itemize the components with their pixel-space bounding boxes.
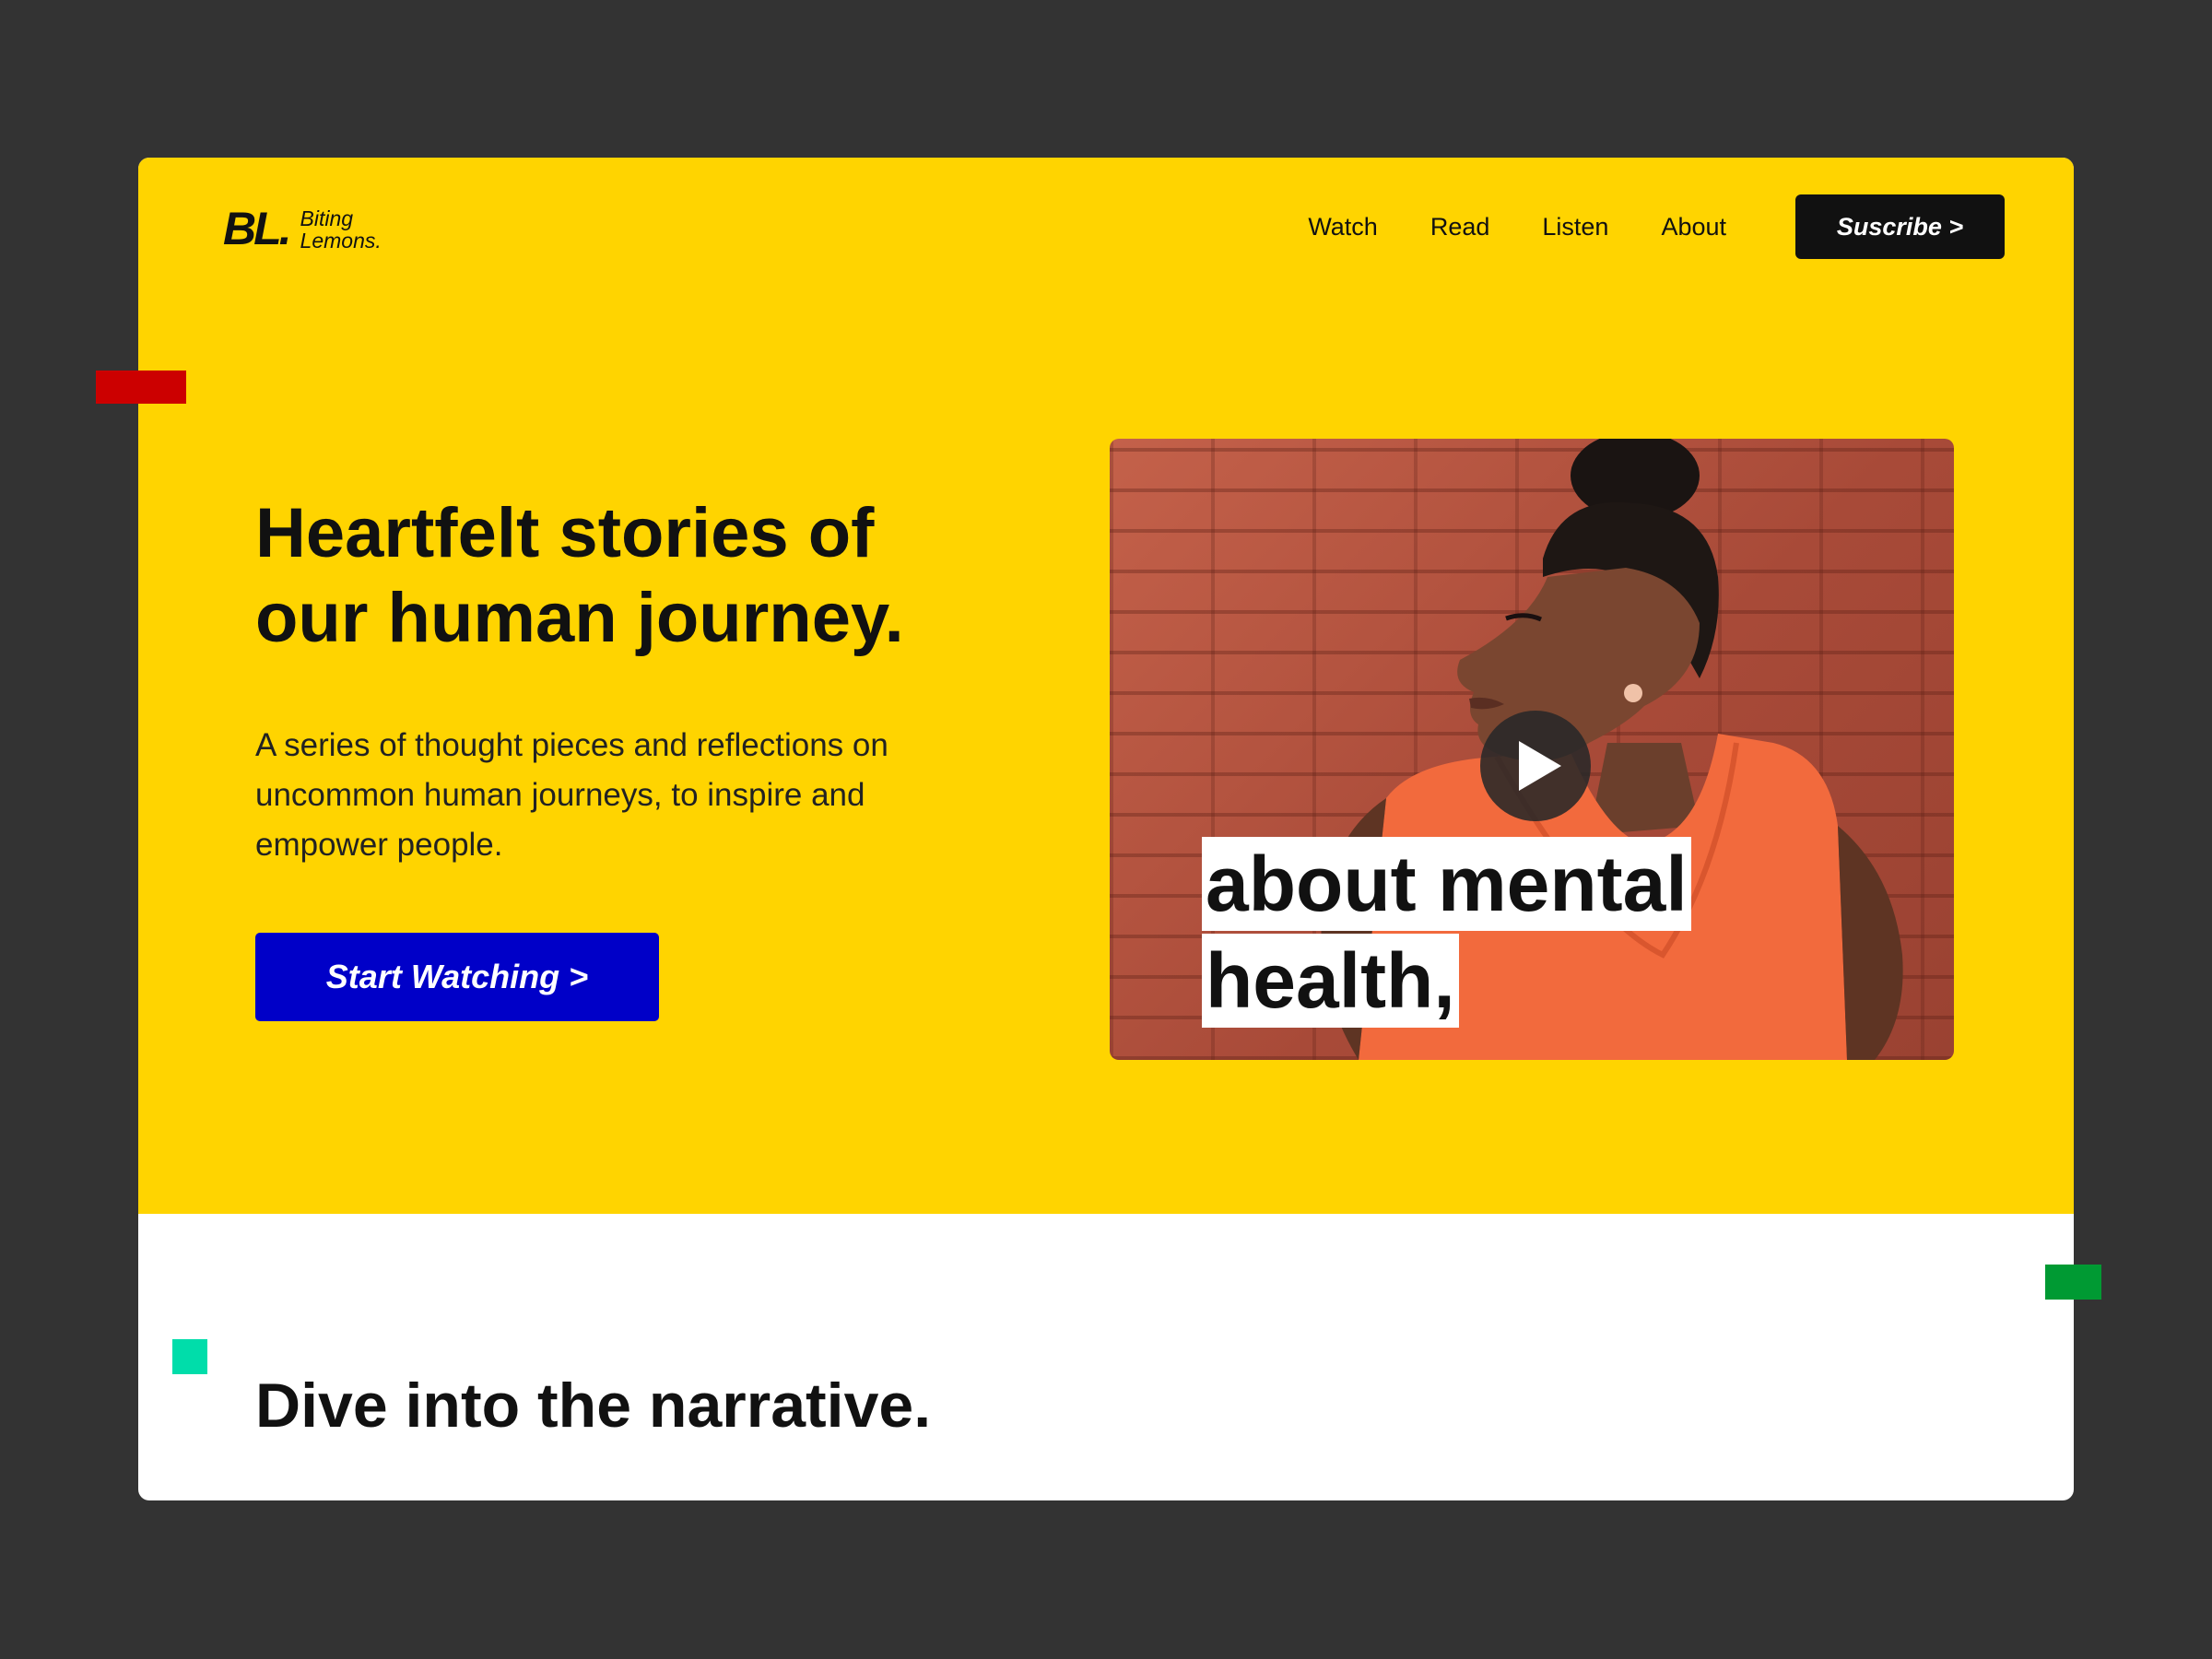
hero-title-line-2: our human journey. <box>255 579 904 657</box>
decorative-teal-square <box>172 1339 207 1374</box>
landing-page: BL. Biting Lemons. Watch Read Listen Abo… <box>138 158 2074 1500</box>
decorative-red-block <box>96 371 186 404</box>
hero-section: BL. Biting Lemons. Watch Read Listen Abo… <box>138 158 2074 1214</box>
play-icon <box>1519 741 1561 791</box>
play-button[interactable] <box>1480 711 1591 821</box>
nav-about[interactable]: About <box>1661 213 1726 241</box>
logo[interactable]: BL. Biting Lemons. <box>223 206 382 252</box>
main-nav: Watch Read Listen About Suscribe > <box>1308 194 2005 259</box>
logo-line-2: Lemons. <box>300 229 382 253</box>
section-title: Dive into the narrative. <box>255 1371 932 1441</box>
logo-mark: BL. <box>223 203 292 254</box>
video-caption: about mental health, <box>1202 837 1691 1030</box>
nav-listen[interactable]: Listen <box>1542 213 1608 241</box>
hero-title: Heartfelt stories of our human journey. <box>255 491 1048 661</box>
logo-wordmark: Biting Lemons. <box>300 207 382 252</box>
hero-description: A series of thought pieces and reflectio… <box>255 727 888 863</box>
nav-watch[interactable]: Watch <box>1308 213 1378 241</box>
decorative-green-block <box>2045 1265 2101 1300</box>
subscribe-button[interactable]: Suscribe > <box>1795 194 2005 259</box>
video-caption-line-1: about mental <box>1202 837 1691 931</box>
logo-line-1: Biting <box>300 206 354 230</box>
video-player[interactable]: about mental health, <box>1110 439 1954 1060</box>
hero-title-line-1: Heartfelt stories of <box>255 494 875 572</box>
video-caption-line-2: health, <box>1202 934 1459 1028</box>
nav-read[interactable]: Read <box>1430 213 1490 241</box>
start-watching-button[interactable]: Start Watching > <box>255 933 659 1021</box>
